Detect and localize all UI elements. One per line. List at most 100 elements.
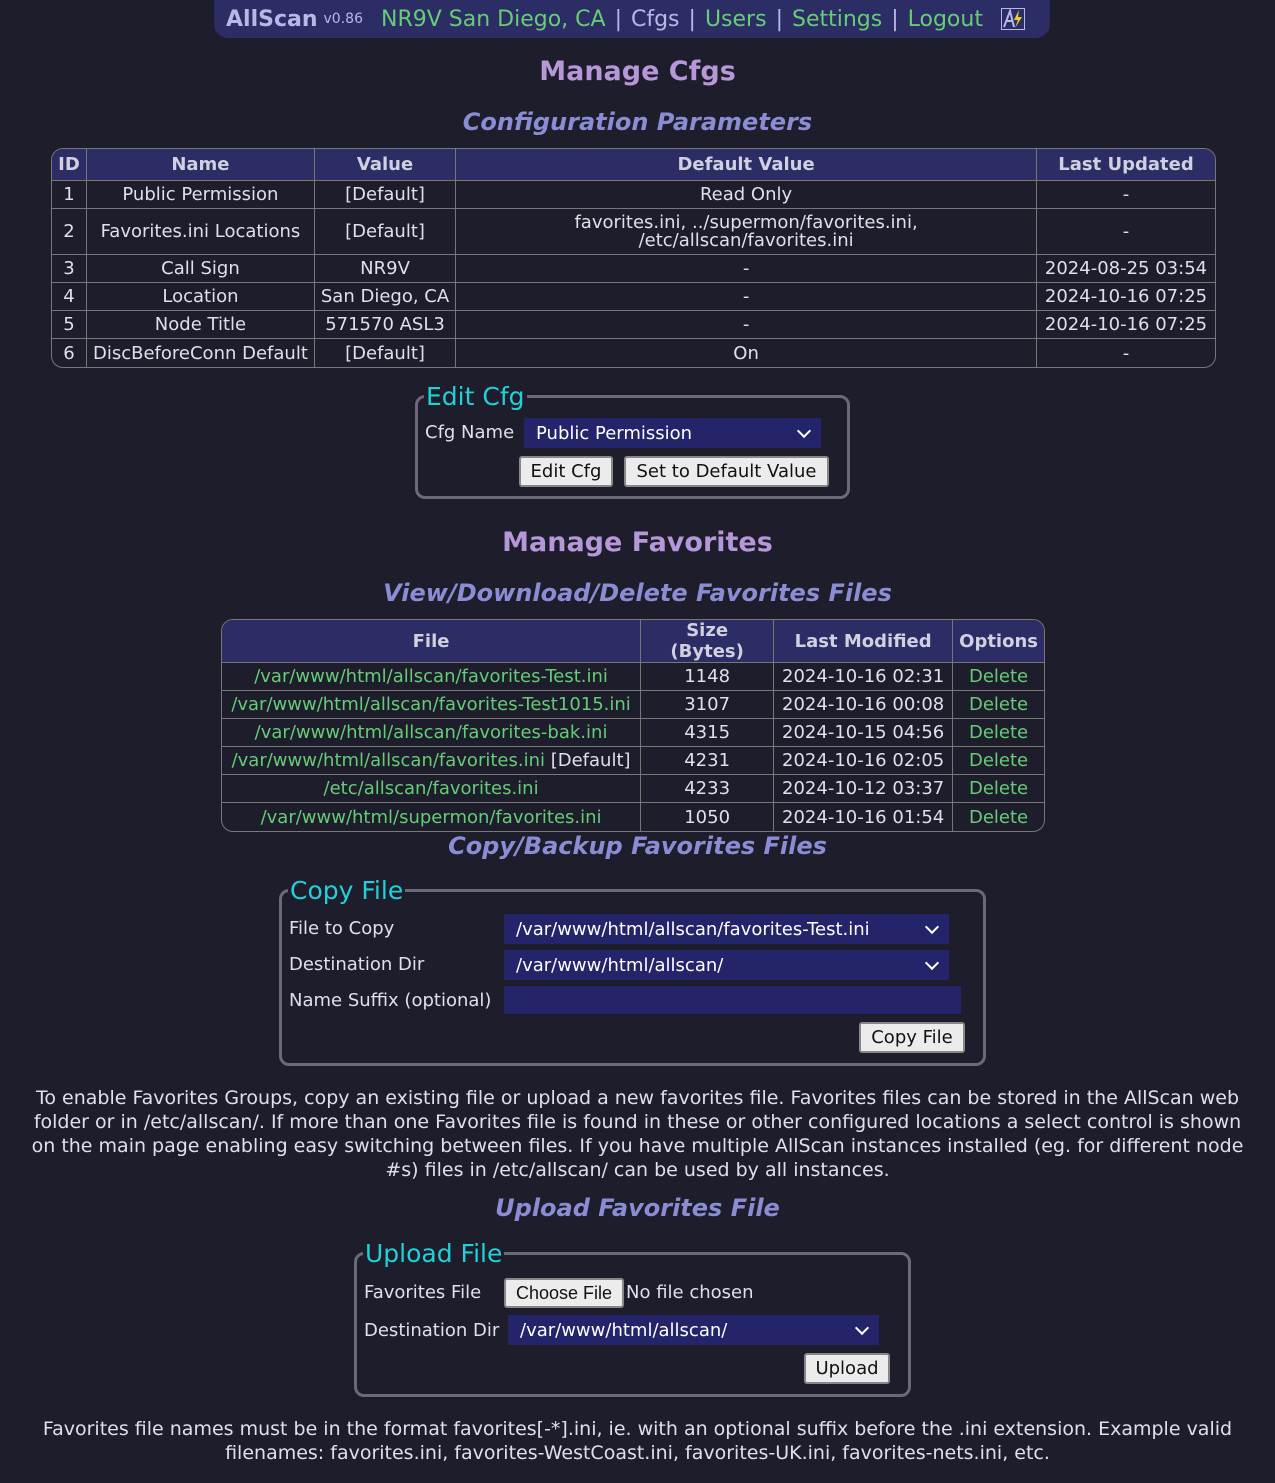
cell-default: - bbox=[455, 311, 1036, 339]
col-header-value[interactable]: Value bbox=[313, 149, 456, 181]
table-row: 2 Favorites.ini Locations [Default] favo… bbox=[52, 209, 1215, 255]
favorites-file-label: Favorites File bbox=[364, 1282, 482, 1303]
cell-updated: - bbox=[1036, 339, 1215, 367]
cell-updated: - bbox=[1036, 181, 1215, 209]
cfg-name-select[interactable]: Public Permission bbox=[524, 418, 821, 448]
cell-default: Read Only bbox=[455, 181, 1036, 209]
table-row: 1 Public Permission [Default] Read Only … bbox=[52, 181, 1215, 209]
chevron-down-icon bbox=[924, 919, 940, 935]
delete-link[interactable]: Delete bbox=[969, 807, 1028, 828]
cell-size: 1148 bbox=[640, 663, 774, 691]
chevron-down-icon bbox=[924, 955, 940, 971]
col-header-last-updated[interactable]: Last Updated bbox=[1036, 149, 1215, 181]
nav-link-logout[interactable]: Logout bbox=[908, 7, 983, 32]
favorites-file-link[interactable]: /etc/allscan/favorites.ini bbox=[324, 778, 539, 799]
destination-dir-label: Destination Dir bbox=[289, 954, 425, 975]
favorites-file-link[interactable]: /var/www/html/allscan/favorites-Test1015… bbox=[231, 694, 631, 715]
cell-id: 3 bbox=[52, 255, 86, 283]
cell-modified: 2024-10-16 02:05 bbox=[773, 747, 953, 775]
section-title-upload: Upload Favorites File bbox=[495, 1194, 780, 1222]
col-header-default-value[interactable]: Default Value bbox=[455, 149, 1036, 181]
no-file-chosen-text: No file chosen bbox=[626, 1282, 754, 1303]
table-row: /var/www/html/allscan/favorites-bak.ini … bbox=[222, 719, 1044, 747]
nav-link-users[interactable]: Users bbox=[705, 7, 767, 32]
nav-link-settings[interactable]: Settings bbox=[792, 7, 882, 32]
nav-separator: | bbox=[891, 6, 899, 32]
favorites-file-link[interactable]: /var/www/html/allscan/favorites-bak.ini bbox=[255, 722, 608, 743]
page-title-cfgs: Manage Cfgs bbox=[539, 56, 736, 87]
favorites-table: File Size (Bytes) Last Modified Options … bbox=[221, 619, 1045, 832]
node-title-link[interactable]: NR9V San Diego, CA bbox=[381, 7, 606, 32]
cfg-name-selected-value: Public Permission bbox=[536, 422, 693, 444]
cell-name: Location bbox=[86, 283, 314, 311]
cell-modified: 2024-10-15 04:56 bbox=[773, 719, 953, 747]
cell-default: favorites.ini, ../supermon/favorites.ini… bbox=[455, 209, 1036, 255]
section-title-config-params: Configuration Parameters bbox=[462, 108, 813, 136]
cell-name: Call Sign bbox=[86, 255, 314, 283]
config-table: ID Name Value Default Value Last Updated… bbox=[51, 148, 1216, 368]
cell-name: Public Permission bbox=[86, 181, 314, 209]
cell-size: 3107 bbox=[640, 691, 774, 719]
cell-value: [Default] bbox=[313, 339, 455, 367]
delete-link[interactable]: Delete bbox=[969, 750, 1028, 771]
chevron-down-icon bbox=[796, 423, 812, 439]
cell-modified: 2024-10-12 03:37 bbox=[773, 775, 953, 803]
cell-size: 4315 bbox=[640, 719, 774, 747]
app-brand: AllScan bbox=[226, 6, 318, 32]
cell-default: - bbox=[455, 255, 1036, 283]
col-header-options[interactable]: Options bbox=[952, 620, 1044, 663]
col-header-file[interactable]: File bbox=[222, 620, 641, 663]
cell-name: Favorites.ini Locations bbox=[86, 209, 314, 255]
cell-modified: 2024-10-16 01:54 bbox=[773, 803, 952, 831]
nav-link-cfgs[interactable]: Cfgs bbox=[631, 7, 680, 32]
col-header-size[interactable]: Size (Bytes) bbox=[640, 620, 774, 663]
favorites-file-link[interactable]: /var/www/html/supermon/favorites.ini bbox=[261, 807, 602, 828]
table-row: 5 Node Title 571570 ASL3 - 2024-10-16 07… bbox=[52, 311, 1215, 339]
file-to-copy-value: /var/www/html/allscan/favorites-Test.ini bbox=[516, 918, 870, 940]
delete-link[interactable]: Delete bbox=[969, 666, 1028, 687]
cell-default: - bbox=[455, 283, 1036, 311]
cell-updated: 2024-08-25 03:54 bbox=[1036, 255, 1215, 283]
cell-value: [Default] bbox=[313, 181, 456, 209]
copy-destination-select[interactable]: /var/www/html/allscan/ bbox=[504, 950, 949, 980]
name-suffix-label: Name Suffix (optional) bbox=[289, 990, 492, 1011]
section-title-view-favorites: View/Download/Delete Favorites Files bbox=[383, 579, 892, 607]
edit-cfg-legend: Edit Cfg bbox=[426, 382, 525, 411]
col-header-id[interactable]: ID bbox=[52, 149, 86, 181]
cell-id: 2 bbox=[52, 209, 86, 255]
name-suffix-input[interactable] bbox=[504, 986, 961, 1014]
copy-file-button[interactable]: Copy File bbox=[859, 1022, 965, 1053]
edit-cfg-button[interactable]: Edit Cfg bbox=[519, 456, 613, 487]
delete-link[interactable]: Delete bbox=[969, 722, 1028, 743]
top-nav-bar: AllScan v0.86 NR9V San Diego, CA | Cfgs … bbox=[214, 0, 1050, 38]
cell-id: 1 bbox=[52, 181, 86, 209]
col-header-name[interactable]: Name bbox=[86, 149, 314, 181]
default-tag: [Default] bbox=[545, 750, 631, 771]
cell-name: Node Title bbox=[86, 311, 314, 339]
table-row: 4 Location San Diego, CA - 2024-10-16 07… bbox=[52, 283, 1215, 311]
cell-modified: 2024-10-16 00:08 bbox=[773, 691, 953, 719]
choose-file-button[interactable]: Choose File bbox=[504, 1278, 624, 1308]
cell-updated: - bbox=[1036, 209, 1215, 255]
upload-file-legend: Upload File bbox=[365, 1239, 503, 1268]
copy-file-legend: Copy File bbox=[290, 876, 404, 905]
cell-size: 1050 bbox=[640, 803, 773, 831]
file-to-copy-select[interactable]: /var/www/html/allscan/favorites-Test.ini bbox=[504, 914, 949, 944]
filename-format-note: Favorites file names must be in the form… bbox=[42, 1418, 1233, 1464]
delete-link[interactable]: Delete bbox=[969, 694, 1028, 715]
favorites-file-link[interactable]: /var/www/html/allscan/favorites-Test.ini bbox=[254, 666, 608, 687]
table-row: /var/www/html/allscan/favorites-Test1015… bbox=[222, 691, 1044, 719]
nav-separator: | bbox=[688, 6, 696, 32]
app-version: v0.86 bbox=[323, 11, 363, 27]
table-row: /etc/allscan/favorites.ini 4233 2024-10-… bbox=[222, 775, 1044, 803]
file-to-copy-label: File to Copy bbox=[289, 918, 395, 939]
upload-destination-select[interactable]: /var/www/html/allscan/ bbox=[508, 1315, 879, 1345]
cell-size: 4231 bbox=[640, 747, 774, 775]
favorites-file-link[interactable]: /var/www/html/allscan/favorites.ini bbox=[232, 750, 545, 771]
col-header-last-modified[interactable]: Last Modified bbox=[773, 620, 953, 663]
set-default-button[interactable]: Set to Default Value bbox=[624, 456, 829, 487]
delete-link[interactable]: Delete bbox=[969, 778, 1028, 799]
cell-value: San Diego, CA bbox=[313, 283, 456, 311]
upload-button[interactable]: Upload bbox=[804, 1353, 890, 1384]
cell-value: [Default] bbox=[313, 209, 456, 255]
